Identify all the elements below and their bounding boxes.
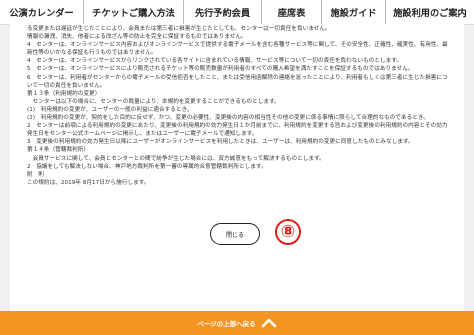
article-heading: 第１３条（利用規約の変更） bbox=[27, 90, 101, 97]
terms-paragraph: 会員サービスに関して、会員とセンターとの間で紛争が生じた場合には、双方誠意をもっ… bbox=[27, 155, 325, 162]
nav-item-facility-guide[interactable]: 施設ガイド bbox=[322, 0, 386, 24]
terms-paragraph: 2 協議をしても解決しない場合、神戸地方裁判所を第一審の専属的合意管轄裁判所とし… bbox=[27, 163, 267, 170]
terms-paragraph: 5 センターは、オンラインサービスにより販売されるチケット等の販売数量が利用者の… bbox=[27, 66, 414, 73]
terms-paragraph: (1) 利用規約の変更が、ユーザーの一般の利益に適合するとき。 bbox=[27, 106, 193, 113]
global-nav: 公演カレンダー チケットご購入方法 先行予約会員 座席表 施設ガイド 施設利用の… bbox=[0, 0, 474, 25]
terms-paragraph: 4 センターは、オンラインサービス内容およびオンラインサービスで提供する電子メー… bbox=[27, 42, 448, 57]
terms-paragraph: 情報の漏洩、消失、他者による改ざん等の防止を完全に保証するものではありません。 bbox=[27, 34, 247, 41]
terms-panel: る変更または遅延が生じたことにより、会員または第三者に損害が生じたとしても、セン… bbox=[10, 24, 464, 311]
supplementary-heading: 附 則 bbox=[27, 171, 44, 178]
nav-item-presale-members[interactable]: 先行予約会員 bbox=[184, 0, 262, 24]
chevron-up-icon bbox=[261, 318, 277, 328]
terms-paragraph: 2 センターは前項による利用規約の変更にあたり、変更後の利用規約の効力発生日１か… bbox=[27, 123, 448, 138]
terms-paragraph: 3 変更後の利用規約の効力発生日以降にユーザーがオンラインサービスを利用したとき… bbox=[27, 139, 414, 146]
article-heading: 第１４条（管轄裁判所） bbox=[27, 147, 90, 154]
terms-paragraph: る変更または遅延が生じたことにより、会員または第三者に損害が生じたとしても、セン… bbox=[27, 26, 331, 32]
nav-item-calendar[interactable]: 公演カレンダー bbox=[0, 0, 84, 24]
back-to-top-link[interactable]: ページの上部へ戻る bbox=[197, 318, 276, 328]
nav-item-ticket-purchase[interactable]: チケットご購入方法 bbox=[84, 0, 184, 24]
terms-paragraph: (2) 利用規約の変更が、契約をした目的に反せず、かつ、変更の必要性、変更後の内… bbox=[27, 115, 429, 122]
close-button[interactable]: 閉じる bbox=[210, 223, 260, 245]
terms-paragraph: センターは以下の場合に、センターの裁量により、本規約を変更することができるものと… bbox=[27, 98, 280, 105]
terms-paragraph: 6 センターは、利用者がセンターからの電子メールの受信拒否をしたこと、または受信… bbox=[27, 74, 448, 89]
terms-paragraph: 4 センターは、オンラインサービスからリンクされている各サイトに含まれている情報… bbox=[27, 58, 403, 65]
back-to-top-label: ページの上部へ戻る bbox=[197, 320, 256, 328]
nav-item-facility-usage[interactable]: 施設利用のご案内 bbox=[386, 0, 474, 24]
footer-bar: ページの上部へ戻る bbox=[0, 311, 474, 335]
nav-item-seating-chart[interactable]: 座席表 bbox=[262, 0, 322, 24]
step-number-badge: ⑧ bbox=[275, 219, 301, 245]
effective-date: この規約は、2019年 8月17日から施行します。 bbox=[27, 179, 150, 186]
